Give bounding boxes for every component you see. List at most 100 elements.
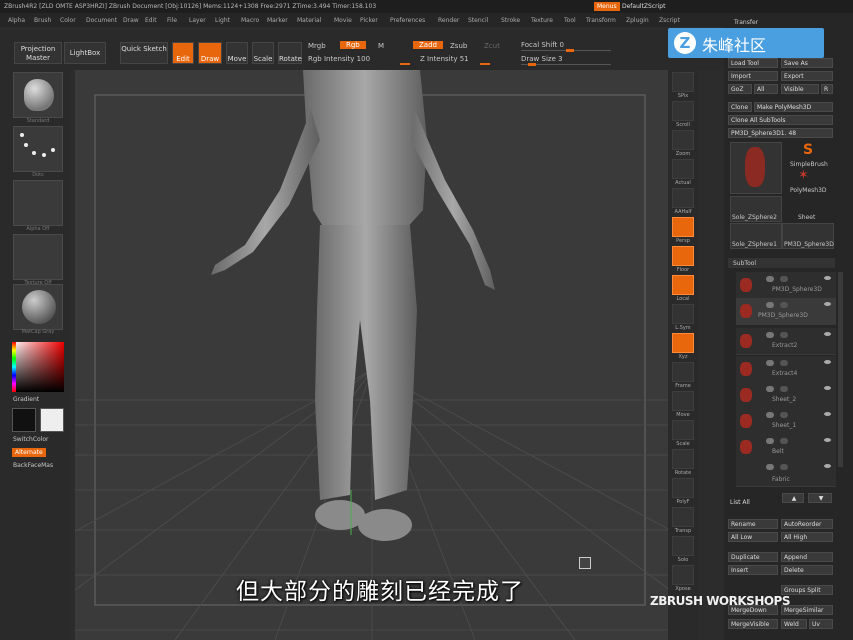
subtool-toggle[interactable]: [780, 412, 788, 418]
menu-item-file[interactable]: File: [167, 17, 177, 24]
zadd-button[interactable]: Zadd: [413, 41, 443, 49]
stroke-thumbnail[interactable]: [13, 126, 63, 172]
menu-item-document[interactable]: Document: [86, 17, 117, 24]
zsub-button[interactable]: Zsub: [450, 42, 467, 50]
backface-mask-button[interactable]: BackFaceMas: [13, 462, 53, 469]
save-as-button[interactable]: Save As: [781, 58, 833, 68]
menu-item-alpha[interactable]: Alpha: [8, 17, 25, 24]
subtool-toggle[interactable]: [766, 276, 774, 282]
insert-button[interactable]: Insert: [728, 565, 778, 575]
visibility-eye-icon[interactable]: [824, 438, 831, 442]
subtool-item[interactable]: Belt: [736, 434, 836, 461]
hue-strip[interactable]: [12, 342, 16, 392]
clone-all-subtools-button[interactable]: Clone All SubTools: [728, 115, 833, 125]
subtool-item[interactable]: Fabric: [736, 460, 836, 487]
subtool-item[interactable]: Sheet_2: [736, 382, 836, 409]
aahalf-button[interactable]: [672, 188, 694, 208]
uv-button[interactable]: Uv: [809, 619, 833, 629]
z-intensity-handle[interactable]: [480, 63, 490, 65]
default-zscript-button[interactable]: DefaultZScript: [622, 3, 665, 10]
menu-item-tool[interactable]: Tool: [564, 17, 576, 24]
visibility-eye-icon[interactable]: [824, 332, 831, 336]
goz-visible-button[interactable]: Visible: [781, 84, 819, 94]
subtool-toggle[interactable]: [780, 302, 788, 308]
subtool-toggle[interactable]: [780, 332, 788, 338]
rgb-intensity-slider[interactable]: Rgb Intensity 100: [308, 55, 370, 63]
visibility-eye-icon[interactable]: [824, 360, 831, 364]
z-intensity-slider[interactable]: Z Intensity 51: [420, 55, 469, 63]
move-up-arrow-icon[interactable]: ▲: [782, 493, 804, 503]
scale-button[interactable]: Scale: [252, 42, 274, 64]
menu-item-preferences[interactable]: Preferences: [390, 17, 425, 24]
menu-item-render[interactable]: Render: [438, 17, 459, 24]
visibility-eye-icon[interactable]: [824, 386, 831, 390]
rotate-button[interactable]: [672, 449, 694, 469]
make-polymesh-button[interactable]: Make PolyMesh3D: [754, 102, 833, 112]
m-button[interactable]: M: [378, 42, 384, 50]
polyf-button[interactable]: [672, 478, 694, 498]
subtool-toggle[interactable]: [780, 360, 788, 366]
subtool-toggle[interactable]: [780, 464, 788, 470]
subtool-toggle[interactable]: [766, 302, 774, 308]
mergevisible-button[interactable]: MergeVisible: [728, 619, 778, 629]
menu-item-edit[interactable]: Edit: [145, 17, 157, 24]
texture-thumbnail[interactable]: [13, 234, 63, 280]
append-button[interactable]: Append: [781, 552, 833, 562]
draw-size-slider[interactable]: Draw Size 3: [521, 55, 563, 63]
document-viewport[interactable]: [75, 70, 670, 640]
rgb-intensity-handle[interactable]: [400, 63, 410, 65]
color-picker[interactable]: [12, 342, 64, 392]
spix-button[interactable]: [672, 72, 694, 92]
duplicate-button[interactable]: Duplicate: [728, 552, 778, 562]
zcut-button[interactable]: Zcut: [484, 42, 500, 50]
menu-item-light[interactable]: Light: [215, 17, 230, 24]
all-high-button[interactable]: All High: [781, 532, 833, 542]
menu-item-layer[interactable]: Layer: [189, 17, 206, 24]
menu-item-zscript[interactable]: Zscript: [659, 17, 680, 24]
alternate-button[interactable]: Alternate: [12, 448, 46, 457]
all-low-button[interactable]: All Low: [728, 532, 778, 542]
transp-button[interactable]: [672, 507, 694, 527]
subtool-toggle[interactable]: [766, 332, 774, 338]
gradient-label[interactable]: Gradient: [13, 396, 39, 403]
autoreorder-button[interactable]: AutoReorder: [781, 519, 833, 529]
menus-toggle[interactable]: Menus: [594, 2, 620, 11]
subtool-item[interactable]: Extract4: [736, 356, 836, 383]
subtool-item[interactable]: Extract2: [736, 328, 836, 355]
quick-sketch-button[interactable]: Quick Sketch: [120, 42, 168, 64]
subtool-toggle[interactable]: [766, 438, 774, 444]
subtool-item[interactable]: PM3D_Sphere3D: [736, 272, 836, 299]
visibility-eye-icon[interactable]: [824, 276, 831, 280]
subtool-toggle[interactable]: [766, 412, 774, 418]
goz-all-button[interactable]: All: [754, 84, 778, 94]
scroll-button[interactable]: [672, 101, 694, 121]
delete-button[interactable]: Delete: [781, 565, 833, 575]
menu-item-brush[interactable]: Brush: [34, 17, 51, 24]
sculpted-character-model[interactable]: [75, 70, 670, 640]
menu-item-stencil[interactable]: Stencil: [468, 17, 488, 24]
export-button[interactable]: Export: [781, 71, 833, 81]
menu-item-macro[interactable]: Macro: [241, 17, 259, 24]
weld-button[interactable]: Weld: [781, 619, 807, 629]
current-tool-slider[interactable]: PM3D_Sphere3D1. 48: [728, 128, 833, 138]
rename-button[interactable]: Rename: [728, 519, 778, 529]
visibility-eye-icon[interactable]: [824, 412, 831, 416]
subtool-toggle[interactable]: [780, 386, 788, 392]
lsym-button[interactable]: [672, 304, 694, 324]
menu-item-draw[interactable]: Draw: [123, 17, 139, 24]
zoom-button[interactable]: [672, 130, 694, 150]
material-thumbnail[interactable]: [13, 284, 63, 330]
import-button[interactable]: Import: [728, 71, 778, 81]
subtool-toggle[interactable]: [766, 386, 774, 392]
projection-master-button[interactable]: Projection Master: [14, 42, 62, 64]
main-color-swatch[interactable]: [12, 408, 36, 432]
frame-button[interactable]: [672, 362, 694, 382]
draw-size-handle[interactable]: [528, 63, 536, 66]
floor-button[interactable]: [672, 246, 694, 266]
menu-item-transform[interactable]: Transform: [586, 17, 616, 24]
menu-item-marker[interactable]: Marker: [267, 17, 288, 24]
menu-item-stroke[interactable]: Stroke: [501, 17, 520, 24]
rgb-button[interactable]: Rgb: [340, 41, 366, 49]
load-tool-button[interactable]: Load Tool: [728, 58, 778, 68]
actual-button[interactable]: [672, 159, 694, 179]
